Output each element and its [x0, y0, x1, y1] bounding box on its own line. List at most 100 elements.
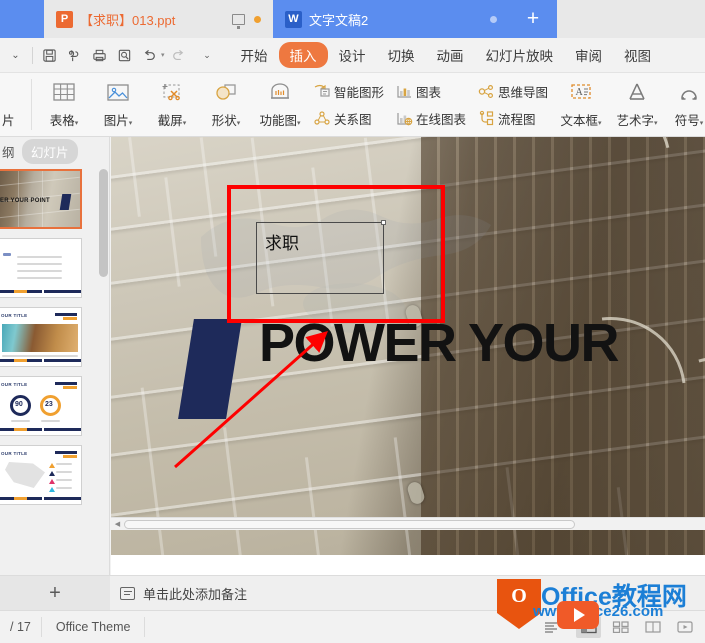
notes-placeholder-text: 单击此处添加备注 [143, 586, 248, 602]
theme-name-label[interactable]: Office Theme [42, 617, 146, 637]
chart-icon [394, 82, 413, 101]
reading-layout-icon[interactable] [539, 616, 564, 638]
ribbon-button-smartart[interactable]: 智能图形 [309, 78, 387, 105]
ribbon-button-label: 功能图▾ [259, 114, 301, 128]
ribbon-button-label: 智能图形 [334, 85, 385, 100]
presentation-monitor-icon[interactable] [232, 13, 245, 29]
quick-access-toolbar: ⌄ ▾ ⌄ [0, 44, 219, 67]
scrollbar-thumb[interactable] [124, 519, 575, 529]
slide-thumbnail-1[interactable]: ER YOUR POINT [0, 169, 82, 229]
notes-placeholder-area[interactable]: 单击此处添加备注 [110, 584, 247, 603]
thumbnail-accent-bar [0, 497, 81, 500]
relationship-diagram-icon [312, 109, 331, 128]
slide-thumbnail-2[interactable] [0, 238, 82, 298]
thumbnail-title: OUR TITLE [1, 451, 28, 456]
wordart-icon [623, 78, 651, 108]
ribbon-button-mindmap[interactable]: 思维导图 [473, 78, 551, 105]
save-icon[interactable] [38, 44, 61, 67]
ribbon-button-relationship-diagram[interactable]: 关系图 [309, 105, 387, 132]
reading-view-icon[interactable] [640, 616, 665, 638]
ribbon-button-label: 图表 [416, 85, 442, 100]
tab-slideshow[interactable]: 幻灯片放映 [475, 42, 565, 68]
online-chart-icon [394, 109, 413, 128]
slide-canvas[interactable]: POWER YOUR 求职 [111, 137, 705, 555]
ribbon-button-screenshot[interactable]: 截屏▾ [145, 73, 199, 136]
notes-pane: + 单击此处添加备注 [0, 575, 705, 611]
slide-horizontal-scrollbar[interactable]: ◀ [111, 517, 705, 530]
tabbar-filler [557, 0, 705, 38]
status-bar: / 17 Office Theme ▾ [0, 610, 705, 643]
document-tab-ppt[interactable]: P 【求职】013.ppt [44, 0, 273, 38]
ribbon-button-label: 流程图 [498, 112, 536, 127]
slide-thumbnail-4[interactable]: OUR TITLE 90 23 [0, 376, 82, 436]
sidebar-scrollbar-thumb[interactable] [99, 169, 108, 277]
ribbon-button-label: 截屏▾ [157, 114, 187, 128]
function-chart-icon [267, 78, 293, 108]
tab-indicators [490, 15, 497, 23]
picture-icon [105, 78, 131, 108]
donut-value-2: 23 [45, 401, 53, 408]
slide-thumbnail-3[interactable]: OUR TITLE [0, 307, 82, 367]
tab-transition[interactable]: 切换 [377, 42, 426, 68]
ribbon-group-chart: 图表 在线图表 [389, 73, 471, 136]
ribbon-button-table[interactable]: 表格▾ [37, 73, 91, 136]
document-tab-word[interactable]: W 文字文稿2 [273, 0, 509, 38]
thumbnail-accent-bar [0, 428, 81, 431]
normal-view-icon[interactable] [576, 616, 601, 638]
view-caret-icon[interactable]: ▾ [565, 623, 569, 631]
redo-icon [167, 44, 190, 67]
ribbon-button-shapes[interactable]: 形状▾ [199, 73, 253, 136]
slide-sorter-icon[interactable] [608, 616, 633, 638]
ribbon-button-flowchart[interactable]: 流程图 [473, 105, 551, 132]
annotation-rectangle [227, 185, 445, 323]
word-icon: W [285, 10, 302, 28]
undo-icon[interactable] [138, 44, 161, 67]
ribbon-button-online-chart[interactable]: 在线图表 [391, 105, 469, 132]
tab-view[interactable]: 视图 [613, 42, 662, 68]
slide-navigator-sidebar: 纲 幻灯片 ER YOUR POINT OUR TITLE OUR TITLE … [0, 137, 110, 575]
collapse-ribbon-icon[interactable]: ⌄ [4, 44, 27, 67]
print-preview-icon[interactable] [113, 44, 136, 67]
thumbnail-title: OUR TITLE [1, 382, 28, 387]
thumbnail-text: ER YOUR POINT [0, 198, 50, 204]
mindmap-icon [476, 82, 495, 101]
slide-editing-stage[interactable]: POWER YOUR 求职 ◀ [111, 137, 705, 575]
svg-text:A: A [576, 87, 584, 98]
symbol-icon [676, 78, 702, 108]
ribbon-button-wordart[interactable]: 艺术字▾ [609, 73, 665, 136]
new-tab-button[interactable]: + [509, 0, 557, 38]
add-slide-button[interactable]: + [0, 575, 110, 611]
ribbon-group-diagram: 思维导图 流程图 [471, 73, 553, 136]
save-as-icon[interactable] [63, 44, 86, 67]
undo-caret-icon[interactable]: ▾ [161, 51, 165, 59]
slideshow-icon[interactable] [672, 616, 697, 638]
tab-insert[interactable]: 插入 [278, 42, 328, 68]
ribbon-button-symbol[interactable]: 符号▾ [665, 73, 705, 136]
navy-shape [59, 194, 72, 210]
customize-quick-access-icon[interactable]: ⌄ [196, 44, 219, 67]
ribbon-tabs: 开始 插入 设计 切换 动画 幻灯片放映 审阅 视图 [230, 42, 663, 68]
slide-thumbnail-5[interactable]: OUR TITLE [0, 445, 82, 505]
slide-thumbnail-list[interactable]: ER YOUR POINT OUR TITLE OUR TITLE 90 23 … [0, 165, 97, 575]
tab-start[interactable]: 开始 [230, 42, 279, 68]
ribbon-button-slide-clipped[interactable]: 片 [0, 73, 26, 136]
ribbon-button-label: 艺术字▾ [616, 114, 658, 128]
ribbon-button-picture[interactable]: 图片▾ [91, 73, 145, 136]
view-controls: ▾ [539, 616, 705, 638]
sidebar-tab-slides[interactable]: 幻灯片 [22, 138, 78, 164]
sidebar-tab-outline[interactable]: 纲 [2, 139, 16, 164]
scroll-left-arrow-icon[interactable]: ◀ [111, 520, 124, 528]
ribbon-button-function-chart[interactable]: 功能图▾ [253, 73, 307, 136]
tab-design[interactable]: 设计 [328, 42, 377, 68]
ribbon-button-textbox[interactable]: A 文本框▾ [553, 73, 609, 136]
shapes-icon [213, 78, 239, 108]
ribbon-button-label: 在线图表 [416, 112, 467, 127]
print-icon[interactable] [88, 44, 111, 67]
document-tab-title: 【求职】013.ppt [80, 12, 176, 28]
sidebar-tabs: 纲 幻灯片 [0, 137, 109, 165]
tab-animation[interactable]: 动画 [426, 42, 475, 68]
ribbon-button-chart[interactable]: 图表 [391, 78, 469, 105]
tab-review[interactable]: 审阅 [564, 42, 613, 68]
thumbnail-image [2, 324, 78, 352]
map-graphic [5, 462, 45, 488]
